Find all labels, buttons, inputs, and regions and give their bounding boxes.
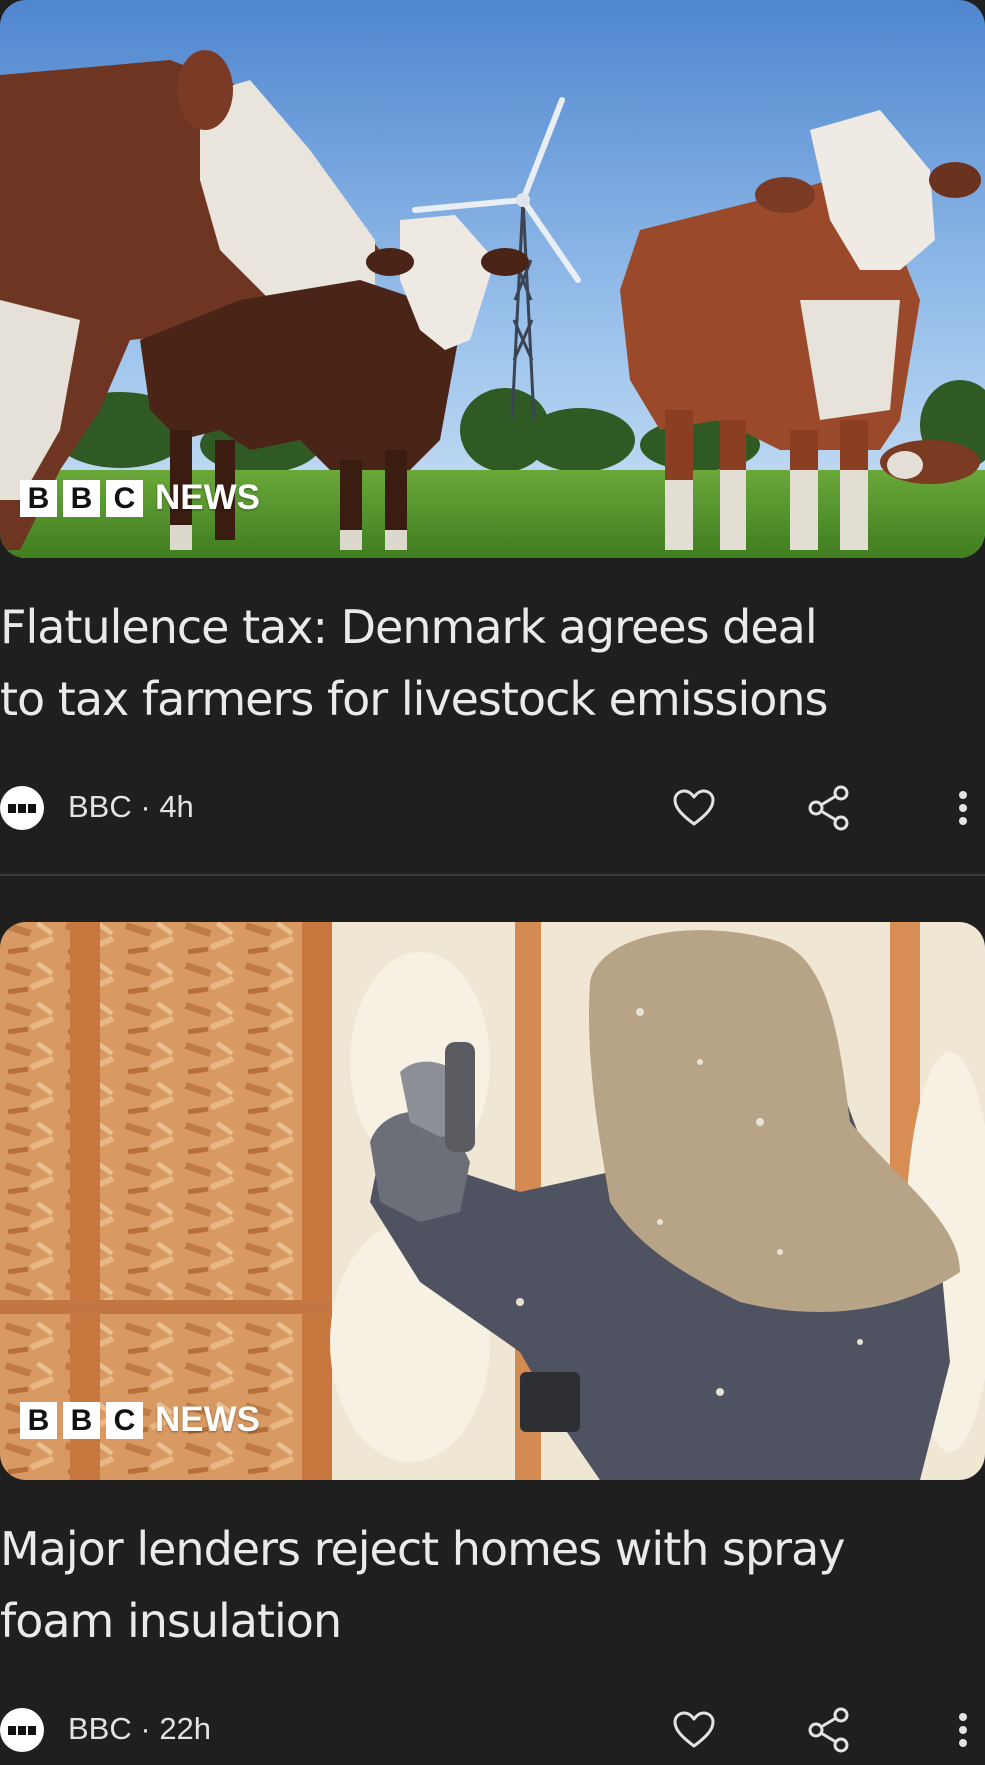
cows-field-image bbox=[0, 0, 985, 558]
share-icon bbox=[808, 785, 849, 831]
bbc-block-letter: B bbox=[63, 479, 100, 517]
share-icon bbox=[808, 1707, 849, 1753]
bbc-logo-icon bbox=[0, 786, 44, 830]
bbc-news-watermark: B B C NEWS bbox=[20, 478, 260, 518]
article-time: 4h bbox=[159, 789, 194, 824]
more-vertical-icon bbox=[959, 791, 967, 825]
bbc-block-letter: C bbox=[106, 1401, 143, 1439]
bbc-block-letter: B bbox=[20, 479, 57, 517]
news-card[interactable]: B B C NEWS Major lenders reject homes wi… bbox=[0, 922, 985, 1753]
more-options-button[interactable] bbox=[936, 1703, 985, 1757]
article-source: BBC · 4h bbox=[68, 789, 194, 824]
article-headline[interactable]: Flatulence tax: Denmark agrees deal to t… bbox=[0, 591, 985, 735]
bbc-block-letter: C bbox=[106, 479, 143, 517]
share-button[interactable] bbox=[802, 1703, 856, 1757]
bbc-logo-icon bbox=[0, 1708, 44, 1752]
like-button[interactable] bbox=[667, 781, 721, 835]
heart-icon bbox=[673, 789, 715, 826]
divider bbox=[0, 874, 985, 876]
bbc-news-label: NEWS bbox=[155, 1400, 260, 1439]
heart-icon bbox=[673, 1711, 715, 1748]
like-button[interactable] bbox=[667, 1703, 721, 1757]
news-card[interactable]: B B C NEWS Flatulence tax: Denmark agree… bbox=[0, 0, 985, 876]
source-name: BBC bbox=[68, 789, 132, 824]
share-button[interactable] bbox=[802, 781, 856, 835]
article-time: 22h bbox=[159, 1711, 212, 1746]
article-meta-row: BBC · 22h bbox=[0, 1699, 985, 1759]
article-headline[interactable]: Major lenders reject homes with spray fo… bbox=[0, 1513, 985, 1657]
bbc-news-watermark: B B C NEWS bbox=[20, 1400, 260, 1440]
more-options-button[interactable] bbox=[936, 781, 985, 835]
more-vertical-icon bbox=[959, 1713, 967, 1747]
spray-foam-worker-image bbox=[0, 922, 985, 1480]
article-image[interactable]: B B C NEWS bbox=[0, 0, 985, 558]
article-meta-row: BBC · 4h bbox=[0, 777, 985, 837]
bbc-block-letter: B bbox=[20, 1401, 57, 1439]
article-source: BBC · 22h bbox=[68, 1711, 212, 1746]
article-image[interactable]: B B C NEWS bbox=[0, 922, 985, 1480]
source-name: BBC bbox=[68, 1711, 132, 1746]
bbc-news-label: NEWS bbox=[155, 478, 260, 517]
bbc-block-letter: B bbox=[63, 1401, 100, 1439]
